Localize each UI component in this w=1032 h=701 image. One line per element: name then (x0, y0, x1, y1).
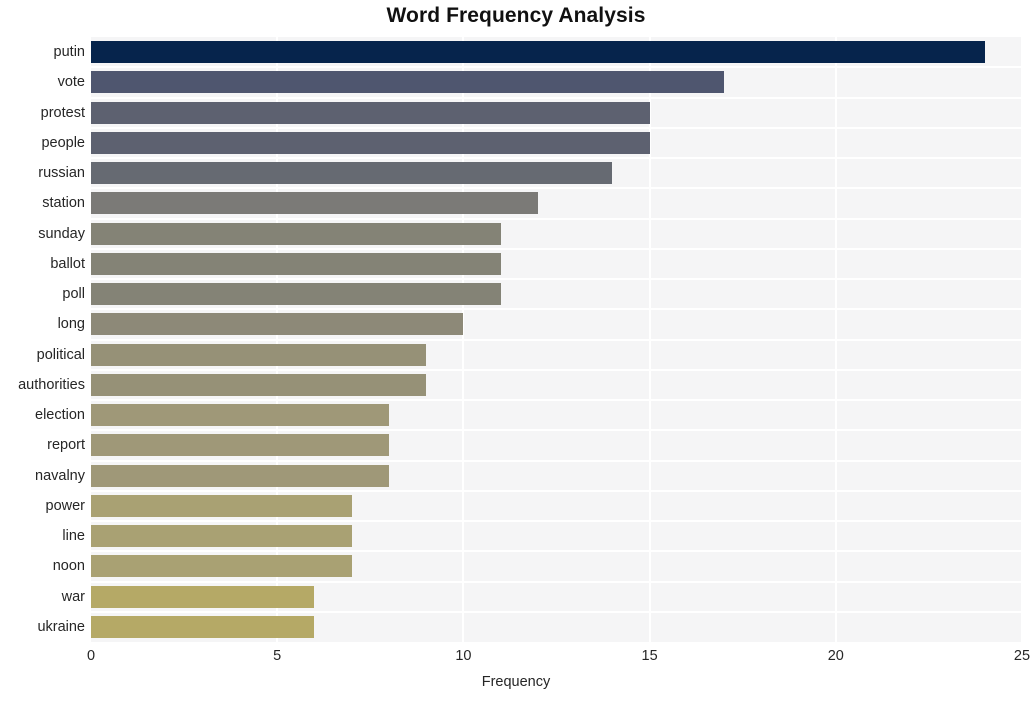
vertical-gridline (1021, 37, 1022, 642)
bar-people[interactable] (91, 131, 650, 154)
horizontal-gridline (91, 338, 1022, 341)
y-tick-label-russian: russian (38, 165, 85, 182)
y-tick-label-station: station (42, 195, 85, 212)
horizontal-gridline (91, 580, 1022, 583)
bar-war[interactable] (91, 585, 315, 608)
bar-navalny[interactable] (91, 464, 389, 487)
horizontal-gridline (91, 308, 1022, 311)
x-tick-label-25: 25 (1013, 648, 1031, 664)
x-tick-label-10: 10 (455, 648, 472, 664)
horizontal-gridline (91, 247, 1022, 250)
y-tick-label-vote: vote (57, 74, 85, 91)
y-tick-label-people: people (41, 134, 85, 151)
x-tick-label-15: 15 (641, 648, 658, 664)
bar-protest[interactable] (91, 101, 650, 124)
bar-sunday[interactable] (91, 222, 501, 245)
bar-station[interactable] (91, 192, 538, 215)
y-tick-label-protest: protest (40, 104, 85, 121)
y-axis-tick-labels: putin vote protest people russian station sund… (0, 37, 85, 642)
x-tick-label-0: 0 (86, 648, 96, 664)
vertical-gridline (276, 37, 279, 642)
horizontal-gridline (91, 489, 1022, 492)
y-tick-label-war: war (61, 588, 85, 605)
bar-noon[interactable] (91, 555, 352, 578)
horizontal-gridline (91, 96, 1022, 99)
bar-putin[interactable] (91, 41, 985, 64)
bar-political[interactable] (91, 343, 427, 366)
horizontal-gridline (91, 157, 1022, 159)
horizontal-gridline (91, 368, 1022, 371)
y-tick-label-poll: poll (62, 286, 85, 303)
horizontal-gridline (91, 610, 1022, 613)
bar-ballot[interactable] (91, 252, 501, 275)
x-tick-label-20: 20 (827, 648, 844, 664)
horizontal-gridline (91, 459, 1022, 462)
plot-area (91, 37, 1022, 642)
chart-title: Word Frequency Analysis (386, 4, 646, 27)
horizontal-gridline (91, 429, 1022, 432)
y-tick-label-report: report (47, 437, 85, 454)
bar-election[interactable] (91, 404, 389, 427)
horizontal-gridline (91, 399, 1022, 401)
horizontal-gridline (91, 550, 1022, 553)
y-tick-label-putin: putin (53, 44, 85, 61)
x-axis-title: Frequency (481, 674, 551, 690)
vertical-gridline (648, 37, 651, 642)
y-tick-label-authorities: authorities (18, 376, 85, 393)
word-frequency-chart: Word Frequency Analysis putin vote protest… (0, 0, 1032, 701)
y-tick-label-line: line (62, 528, 85, 545)
vertical-gridline (462, 37, 465, 642)
horizontal-gridline (91, 126, 1022, 129)
y-tick-label-ukraine: ukraine (37, 618, 85, 635)
y-tick-label-ballot: ballot (50, 255, 85, 272)
horizontal-gridline (91, 520, 1022, 522)
horizontal-gridline (91, 66, 1022, 69)
bar-ukraine[interactable] (91, 615, 315, 638)
y-tick-label-election: election (35, 407, 85, 424)
horizontal-gridline (91, 217, 1022, 220)
y-tick-label-navalny: navalny (35, 467, 85, 484)
bar-line[interactable] (91, 525, 352, 548)
horizontal-gridline (91, 278, 1022, 280)
bar-authorities[interactable] (91, 373, 427, 396)
y-tick-label-noon: noon (52, 558, 85, 575)
bar-long[interactable] (91, 313, 464, 336)
y-tick-label-political: political (36, 346, 85, 363)
bar-report[interactable] (91, 434, 389, 457)
x-axis-tick-labels: 0 5 10 15 20 25 (0, 648, 1032, 670)
y-tick-label-power: power (45, 497, 86, 514)
bar-poll[interactable] (91, 283, 501, 306)
vertical-gridline (834, 37, 837, 642)
y-tick-label-long: long (57, 316, 85, 333)
bar-power[interactable] (91, 494, 352, 517)
bar-vote[interactable] (91, 71, 725, 94)
y-tick-label-sunday: sunday (38, 225, 85, 242)
x-tick-label-5: 5 (273, 648, 282, 664)
bar-russian[interactable] (91, 162, 613, 185)
horizontal-gridline (91, 187, 1022, 190)
